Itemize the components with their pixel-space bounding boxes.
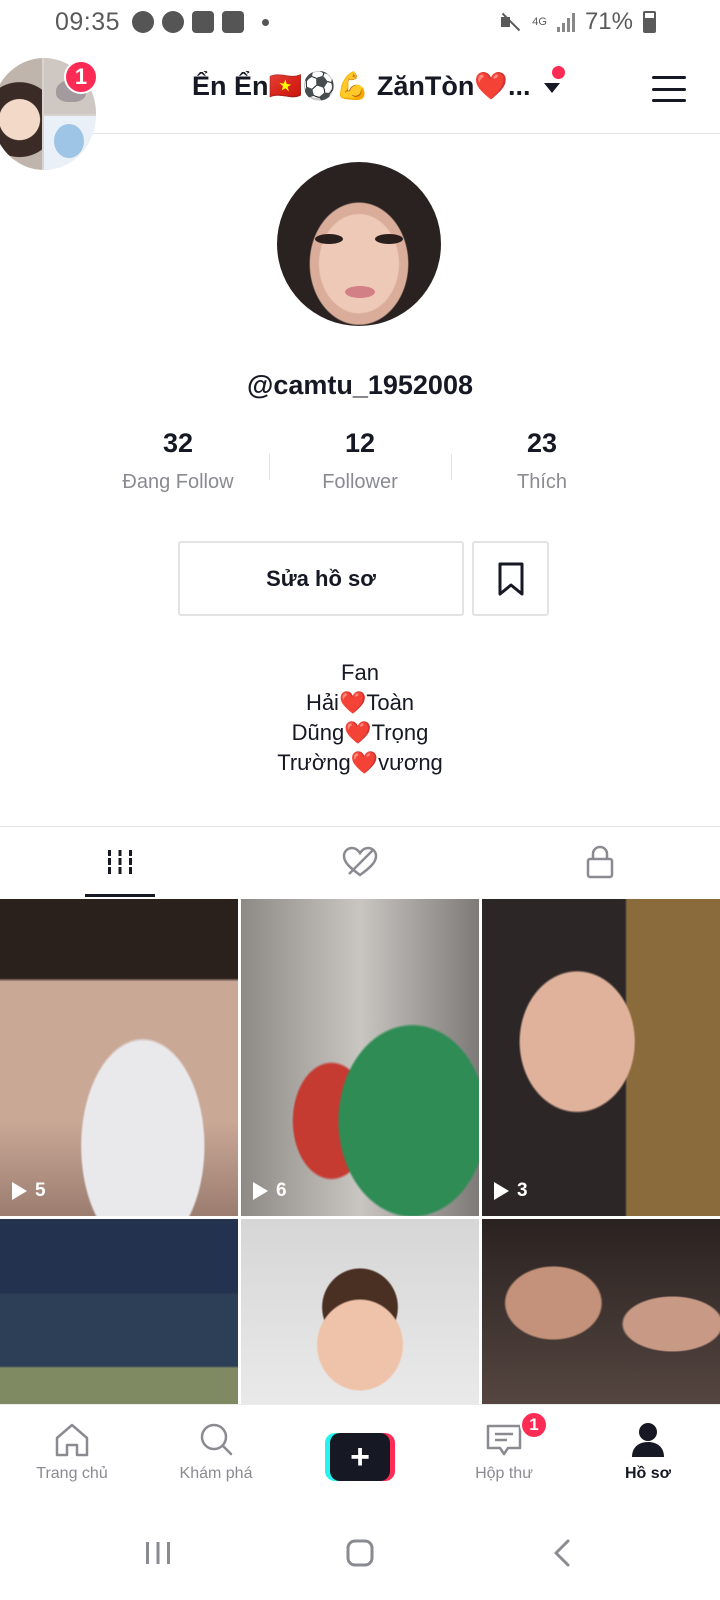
nav-create[interactable]: + — [288, 1405, 432, 1508]
notification-badge: 1 — [64, 60, 98, 94]
stat-following[interactable]: 32 Đang Follow — [87, 428, 269, 508]
stat-label: Thích — [516, 471, 568, 493]
nav-label: Khám phá — [179, 1465, 253, 1482]
stat-followers[interactable]: 12 Follower — [269, 428, 451, 508]
back-icon[interactable] — [548, 1538, 578, 1568]
network-type: 4G — [532, 15, 547, 28]
new-indicator-dot — [552, 66, 565, 79]
system-navigation — [0, 1508, 720, 1600]
nav-inbox[interactable]: 1 Hộp thư — [432, 1405, 576, 1508]
bottom-navigation: Trang chủ Khám phá + 1 Hộp thư Hồ sơ — [0, 1404, 720, 1508]
video-thumbnail[interactable]: 6 — [241, 899, 479, 1216]
hidden-heart-icon — [342, 846, 378, 877]
nav-profile[interactable]: Hồ sơ — [576, 1405, 720, 1508]
stat-value: 23 — [526, 428, 558, 458]
menu-icon[interactable] — [652, 76, 686, 102]
nav-label: Hồ sơ — [624, 1465, 672, 1482]
play-icon — [253, 1182, 268, 1200]
profile-tabs — [0, 826, 720, 897]
bio-line: Trường❤️vương — [277, 750, 443, 775]
system-status: 4G 71% — [498, 8, 656, 36]
nav-label: Hộp thư — [475, 1465, 533, 1482]
avatar — [44, 116, 96, 170]
signal-icon — [556, 12, 575, 32]
account-name: Ển Ển🇻🇳⚽💪 ZănTòn❤️... — [192, 71, 531, 101]
create-button: + — [325, 1433, 395, 1481]
inbox-badge: 1 — [520, 1411, 548, 1439]
play-count: 3 — [494, 1180, 528, 1202]
stat-label: Đang Follow — [122, 471, 234, 493]
checkbox-icon — [222, 11, 244, 33]
play-count: 5 — [12, 1180, 46, 1202]
username: @camtu_1952008 — [247, 370, 473, 400]
messenger-icon — [132, 11, 154, 33]
video-thumbnail[interactable]: 3 — [482, 899, 720, 1216]
plus-icon: + — [330, 1433, 390, 1481]
home-button-icon[interactable] — [345, 1538, 375, 1568]
profile-header: 1 Ển Ển🇻🇳⚽💪 ZănTòn❤️... — [0, 52, 720, 170]
stat-value: 12 — [344, 428, 376, 458]
bookmark-icon — [498, 562, 523, 595]
status-bar: 09:35 4G 71% — [0, 0, 720, 44]
lock-icon — [586, 845, 614, 879]
play-count-value: 5 — [35, 1180, 46, 1201]
search-icon — [200, 1423, 233, 1456]
play-count: 6 — [253, 1180, 287, 1202]
video-grid-icon — [105, 850, 135, 874]
avatar — [0, 58, 42, 170]
profile-icon — [632, 1423, 664, 1457]
tab-private[interactable] — [480, 827, 720, 897]
bio-line: Dũng❤️Trọng — [291, 720, 429, 745]
video-thumbnail[interactable] — [241, 1219, 479, 1429]
stat-value: 32 — [162, 428, 194, 458]
inbox-icon — [486, 1424, 522, 1456]
battery-icon — [643, 11, 656, 33]
account-avatars[interactable]: 1 — [0, 58, 98, 170]
nav-discover[interactable]: Khám phá — [144, 1405, 288, 1508]
home-icon — [55, 1423, 89, 1457]
video-thumbnail[interactable] — [0, 1219, 238, 1429]
tab-videos[interactable] — [0, 827, 240, 897]
stat-likes[interactable]: 23 Thích — [451, 428, 633, 508]
stat-label: Follower — [322, 471, 398, 493]
status-time: 09:35 — [55, 8, 121, 36]
play-icon — [494, 1182, 509, 1200]
play-icon — [12, 1182, 27, 1200]
battery-percent: 71% — [584, 8, 633, 35]
play-count-value: 6 — [276, 1180, 287, 1201]
profile-stats: 32 Đang Follow 12 Follower 23 Thích — [87, 428, 633, 508]
bio-line: Fan — [341, 660, 379, 685]
notification-icons — [132, 11, 269, 33]
mute-icon — [498, 10, 522, 34]
profile-avatar[interactable] — [277, 162, 441, 326]
favorites-button[interactable] — [472, 541, 549, 616]
tab-liked-videos[interactable] — [240, 827, 480, 897]
play-count-value: 3 — [517, 1180, 528, 1201]
youtube-icon — [192, 11, 214, 33]
bio-line: Hải❤️Toàn — [305, 690, 415, 715]
nav-home[interactable]: Trang chủ — [0, 1405, 144, 1508]
chevron-down-icon — [544, 83, 561, 93]
messenger-icon — [162, 11, 184, 33]
recent-apps-icon[interactable] — [143, 1538, 173, 1568]
profile-bio: Fan Hải❤️Toàn Dũng❤️Trọng Trường❤️vương — [0, 658, 720, 778]
video-thumbnail[interactable]: 5 — [0, 899, 238, 1216]
nav-label: Trang chủ — [36, 1465, 108, 1482]
account-switcher[interactable]: Ển Ển🇻🇳⚽💪 ZănTòn❤️... — [192, 70, 561, 102]
more-notifications-dot — [262, 18, 269, 26]
video-thumbnail[interactable] — [482, 1219, 720, 1429]
edit-profile-button[interactable]: Sửa hồ sơ — [178, 541, 464, 616]
video-grid: 5 6 3 — [0, 899, 720, 1429]
